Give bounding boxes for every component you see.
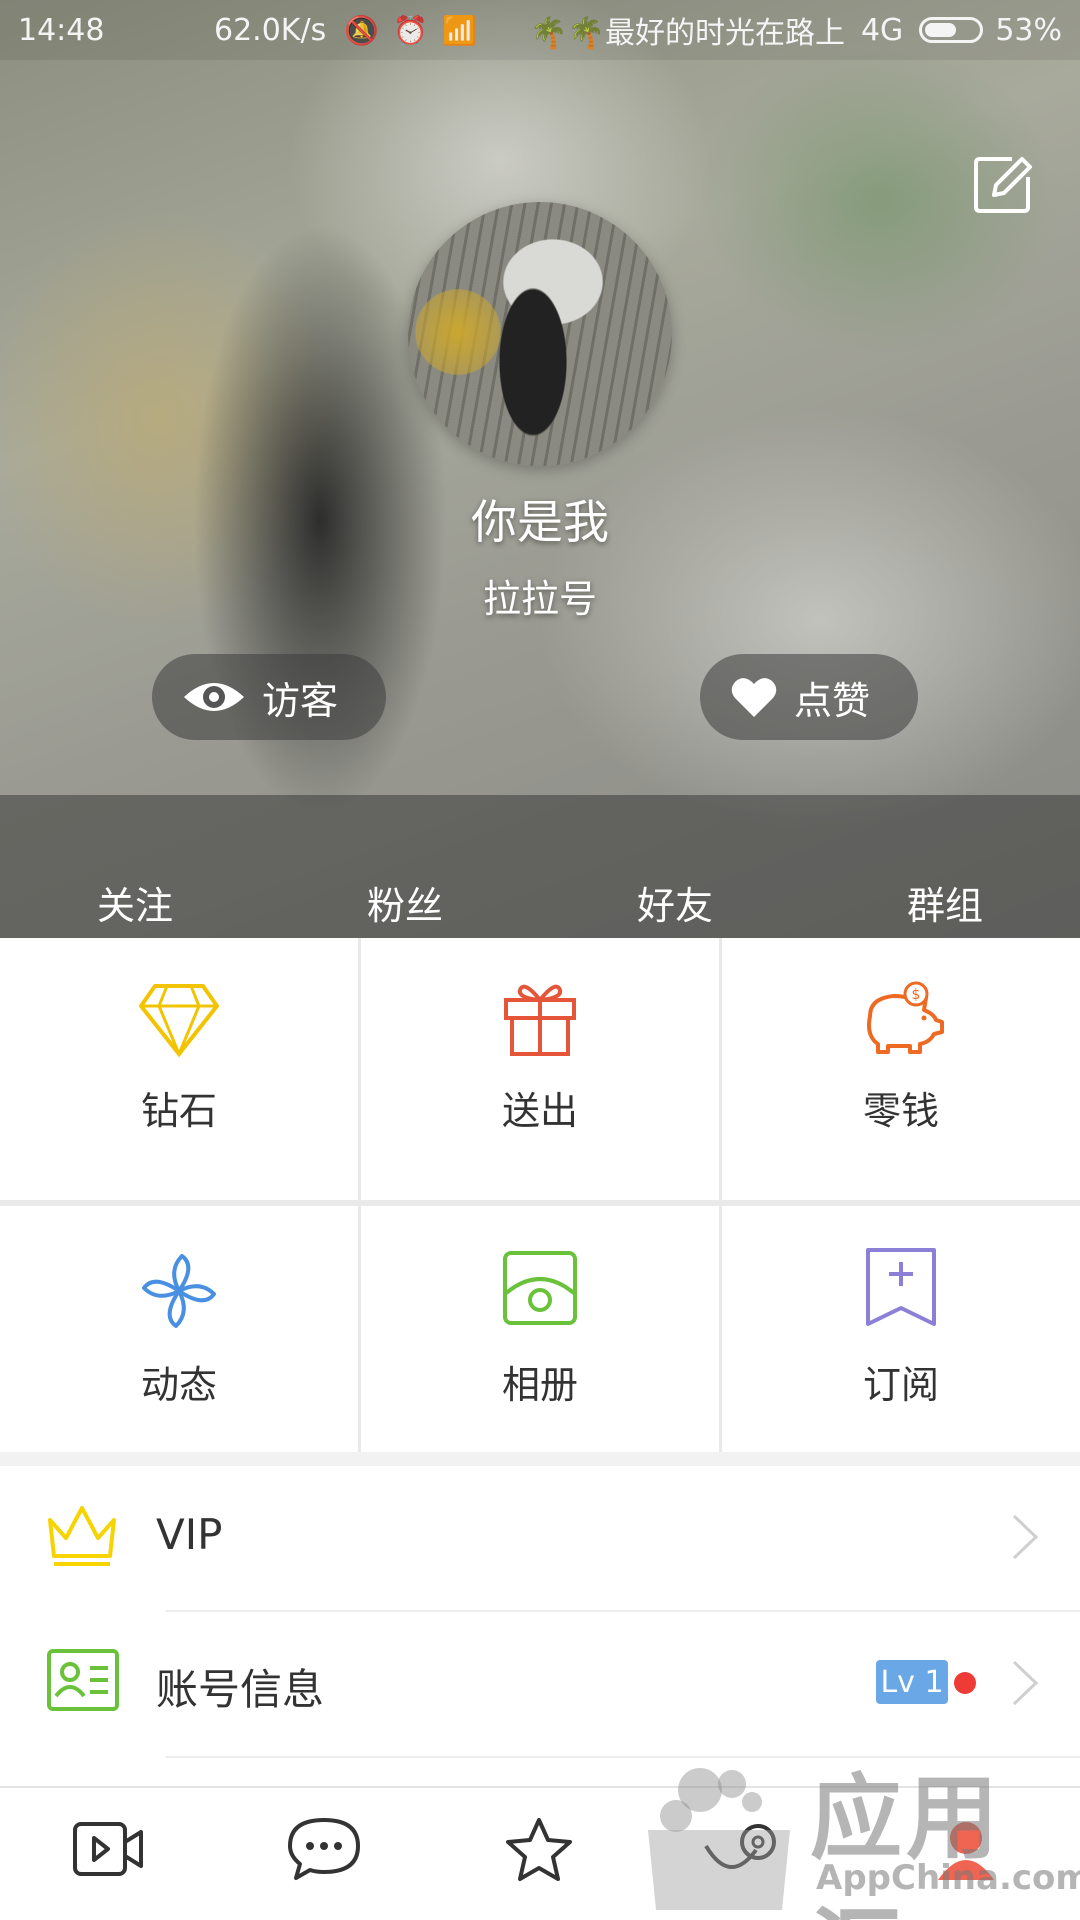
status-net-speed: 62.0K/s (214, 12, 327, 48)
edit-icon (974, 157, 1032, 213)
grid-label-subscribe: 订阅 (862, 1363, 939, 1407)
video-icon (73, 1822, 143, 1876)
watermark-logo-icon (648, 1768, 790, 1910)
chat-bubble-icon (288, 1818, 360, 1880)
profile-header: 14:48 62.0K/s 🔕 ⏰ 📶 🌴🌴最好的时光在路上 4G 53% 你是… (0, 0, 1080, 938)
grid-label-album: 相册 (501, 1363, 578, 1407)
grid-item-sent[interactable]: 送出 (361, 938, 719, 1200)
alarm-icon: ⏰ (393, 13, 428, 47)
edit-profile-button[interactable] (972, 153, 1034, 215)
grid-item-moments[interactable]: 动态 (0, 1206, 358, 1452)
vip-label: VIP (156, 1510, 223, 1559)
grid-item-album[interactable]: 相册 (361, 1206, 719, 1452)
watermark-sub: AppChina.com (816, 1858, 1080, 1898)
tab-video[interactable] (72, 1816, 144, 1884)
tab-favorites[interactable] (504, 1816, 574, 1888)
likes-label: 点赞 (794, 678, 871, 723)
status-carrier: 🌴🌴最好的时光在路上 (530, 16, 845, 51)
status-network: 4G (860, 12, 904, 48)
tab-messages[interactable] (288, 1816, 360, 1886)
level-badge: Lv 1 (876, 1660, 948, 1704)
battery-icon (919, 17, 984, 43)
visitors-label: 访客 (262, 678, 339, 723)
svg-text:$: $ (912, 987, 921, 1003)
account-info-label: 账号信息 (156, 1665, 325, 1714)
grid-label-sent: 送出 (501, 1089, 578, 1133)
notification-dot (954, 1672, 976, 1694)
profile-id[interactable]: 拉拉号 (0, 568, 1080, 623)
eye-icon (184, 683, 244, 711)
visitors-button[interactable]: 访客 (152, 654, 386, 740)
stat-groups[interactable]: 群组 (810, 875, 1080, 930)
stat-friends[interactable]: 好友 (540, 875, 810, 930)
status-time: 14:48 (18, 12, 105, 48)
avatar[interactable] (408, 202, 672, 466)
crown-icon (48, 1506, 116, 1566)
id-card-icon (47, 1649, 119, 1711)
grid-label-change: 零钱 (862, 1089, 939, 1133)
chevron-right-icon (1012, 1660, 1039, 1706)
grid-item-diamond[interactable]: 钻石 (0, 938, 358, 1200)
mute-icon: 🔕 (344, 13, 380, 47)
grid-label-diamond: 钻石 (140, 1089, 217, 1133)
signal-icon: 📶 (441, 13, 477, 47)
status-bar: 14:48 62.0K/s 🔕 ⏰ 📶 🌴🌴最好的时光在路上 4G 53% (0, 0, 1080, 60)
settings-list: VIP 账号信息 (0, 1466, 1080, 1786)
status-battery: 53% (995, 12, 1062, 48)
grid-label-moments: 动态 (140, 1363, 217, 1407)
stats-bar: 关注 粉丝 好友 群组 (0, 795, 1080, 938)
stat-fans[interactable]: 粉丝 (270, 875, 540, 930)
chevron-right-icon (1012, 1514, 1039, 1560)
pinwheel-icon (142, 1254, 216, 1328)
stat-following[interactable]: 关注 (0, 875, 270, 930)
bookmark-add-icon (866, 1248, 936, 1326)
diamond-icon (139, 984, 219, 1058)
piggy-bank-icon: $ (867, 981, 944, 1054)
status-icons: 🔕 ⏰ 📶 (344, 14, 477, 47)
grid-item-change[interactable]: $ 零钱 (722, 938, 1080, 1200)
grid-item-subscribe[interactable]: 订阅 (722, 1206, 1080, 1452)
album-icon (503, 1251, 577, 1325)
gift-icon (504, 984, 576, 1056)
feature-grid: 钻石 送出 $ 零钱 动态 相册 订阅 (0, 938, 1080, 1452)
star-icon (506, 1818, 572, 1881)
heart-icon (731, 678, 777, 717)
list-item-vip[interactable]: VIP (0, 1466, 1080, 1608)
watermark: 应用汇 AppChina.com (640, 1744, 1080, 1920)
profile-name: 你是我 (471, 495, 609, 549)
likes-button[interactable]: 点赞 (700, 654, 918, 740)
